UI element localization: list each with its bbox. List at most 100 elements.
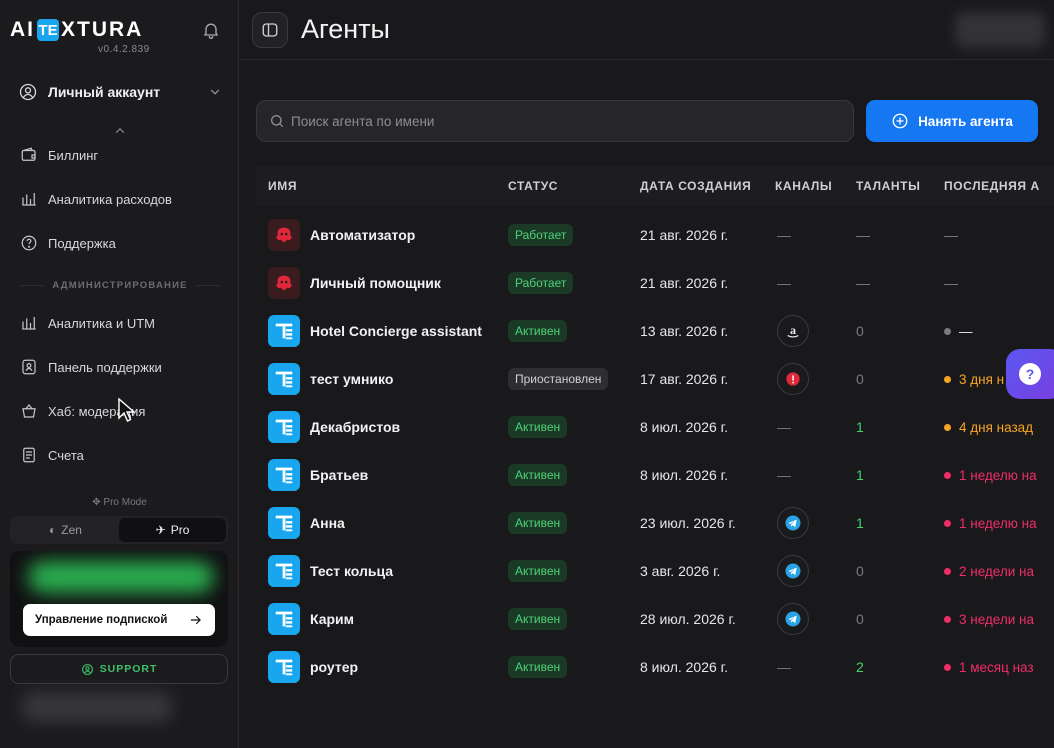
agent-name[interactable]: Карим [310,611,354,627]
channel-badge[interactable]: a [777,315,809,347]
bell-icon[interactable] [201,20,221,40]
status-cell: Активен [508,547,568,595]
table-row[interactable]: Тест кольца Активен 3 авг. 2026 г. 0 2 недел… [256,547,1054,595]
status-badge: Приостановлен [508,368,609,390]
table-row[interactable]: Личный помощник Работает 21 авг. 2026 г. — —… [256,259,1054,307]
column-header-last-activity[interactable]: ПОСЛЕДНЯЯ А [944,179,1040,193]
mode-zen-button[interactable]: ◐ Zen [12,518,119,542]
arrow-right-icon [190,615,201,625]
status-badge: Работает [508,272,574,294]
status-cell: Приостановлен [508,355,609,403]
talents-cell: 0 [856,307,864,355]
agent-name[interactable]: Тест кольца [310,563,393,579]
hire-agent-button[interactable]: Нанять агента [866,100,1038,142]
sidebar-item-label: Поддержка [48,235,116,251]
amazon-icon: a [787,323,799,338]
column-header-created[interactable]: ДАТА СОЗДАНИЯ [640,179,751,193]
invoice-icon [23,447,35,463]
textura-logo-icon [275,467,293,484]
talents-count: 0 [856,323,864,339]
talents-count: 0 [856,371,864,387]
talents-cell: — [856,211,870,259]
agent-avatar [268,411,300,443]
agent-name[interactable]: Hotel Concierge assistant [310,323,482,339]
agent-name[interactable]: Декабристов [310,419,400,435]
question-icon: ? [1019,363,1041,385]
textura-logo-icon [275,323,293,340]
help-fab-button[interactable]: ? [1006,349,1054,399]
sidebar-toggle-button[interactable] [252,12,288,48]
table-row[interactable]: Братьев Активен 8 июл. 2026 г. — 1 1 неделю н… [256,451,1054,499]
activity-dot [944,663,951,671]
status-cell: Активен [508,595,568,643]
talents-cell: 1 [856,499,864,547]
support-button[interactable]: SUPPORT [10,654,228,684]
last-activity: — [959,323,973,339]
created-date: 23 июл. 2026 г. [640,515,736,531]
sidebar-item-invoices[interactable]: Счета [20,443,220,467]
agent-avatar [268,603,300,635]
wallet-icon [21,147,36,161]
channel-badge[interactable] [777,507,809,539]
date-cell: 21 авг. 2026 г. [640,211,728,259]
agent-name[interactable]: Автоматизатор [310,227,415,243]
app-logo[interactable]: AI TE XTURA [10,18,143,42]
last-activity: — [944,227,958,243]
sidebar-item-spend-analytics[interactable]: Аналитика расходов [20,187,220,211]
sidebar-item-support-panel[interactable]: Панель поддержки [20,355,220,379]
activity-dot [944,423,951,431]
user-profile-blurred[interactable] [22,692,172,722]
table-row[interactable]: Анна Активен 23 июл. 2026 г. 1 1 неделю на [256,499,1054,547]
agent-name-cell: Братьев [268,451,368,499]
agent-name[interactable]: Анна [310,515,345,531]
last-activity: 2 недели на [959,563,1034,579]
created-date: 13 авг. 2026 г. [640,323,729,339]
chevron-up-icon[interactable] [113,125,127,135]
talents-count: 1 [856,515,864,531]
table-row[interactable]: Декабристов Активен 8 июл. 2026 г. — 1 4 дня … [256,403,1054,451]
agent-name-cell: Анна [268,499,345,547]
channel-badge[interactable] [777,603,809,635]
status-cell: Активен [508,643,568,691]
sidebar-item-utm-analytics[interactable]: Аналитика и UTM [20,311,220,335]
column-header-name[interactable]: ИМЯ [268,179,297,193]
agent-name[interactable]: Братьев [310,467,368,483]
table-row[interactable]: тест умнико Приостановлен 17 авг. 2026 г. 0… [256,355,1054,403]
table-row[interactable]: Hotel Concierge assistant Активен 13 авг. … [256,307,1054,355]
agent-name[interactable]: Личный помощник [310,275,441,291]
talents-cell: 0 [856,355,864,403]
agent-name[interactable]: роутер [310,659,358,675]
sidebar-item-support[interactable]: Поддержка [20,231,220,255]
table-row[interactable]: Автоматизатор Работает 21 авг. 2026 г. — — — [256,211,1054,259]
channel-badge[interactable] [777,555,809,587]
column-header-status[interactable]: СТАТУС [508,179,558,193]
talents-count: 2 [856,659,864,675]
status-badge: Активен [508,608,568,630]
agent-avatar [268,459,300,491]
date-cell: 13 авг. 2026 г. [640,307,728,355]
table-row[interactable]: Карим Активен 28 июл. 2026 г. 0 3 недели на [256,595,1054,643]
sidebar-item-label: Счета [48,447,84,463]
mode-pro-button[interactable]: ✈ Pro [119,518,226,542]
date-cell: 21 авг. 2026 г. [640,259,728,307]
user-shield-icon [22,359,36,375]
manage-subscription-button[interactable]: Управление подпиской [23,604,215,636]
agent-name-cell: роутер [268,643,358,691]
red-robot-icon [275,227,293,243]
agent-name[interactable]: тест умнико [310,371,393,387]
header-blurred[interactable] [955,12,1045,48]
last-activity: 3 дня н [959,371,1005,387]
talents-cell: 1 [856,403,864,451]
account-label: Личный аккаунт [48,84,161,100]
talents-count: 1 [856,467,864,483]
search-input[interactable] [291,113,831,129]
column-header-talents[interactable]: ТАЛАНТЫ [856,179,920,193]
account-selector[interactable]: Личный аккаунт [18,80,222,104]
column-header-channels[interactable]: КАНАЛЫ [775,179,832,193]
sidebar-item-billing[interactable]: Биллинг [20,143,220,167]
channel-badge[interactable] [777,363,809,395]
agent-name-cell: тест умнико [268,355,393,403]
talents-count: — [856,275,870,291]
table-row[interactable]: роутер Активен 8 июл. 2026 г. — 2 1 месяц наз [256,643,1054,691]
date-cell: 8 июл. 2026 г. [640,403,728,451]
